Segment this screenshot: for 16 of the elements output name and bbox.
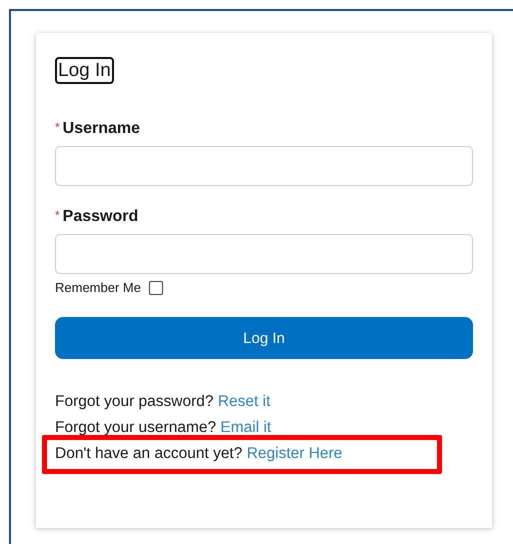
help-text: Forgot your username? Email it — [55, 419, 272, 436]
login-button[interactable]: Log In — [55, 317, 473, 359]
checkbox-label: Remember Me — [55, 280, 141, 295]
login-heading: Log In — [55, 57, 114, 84]
required-mark: * — [55, 208, 60, 222]
input-field[interactable] — [55, 234, 473, 274]
required-mark: * — [55, 120, 60, 134]
help-text: Don't have an account yet? Register Here — [55, 445, 342, 462]
help-link[interactable]: Register Here — [246, 445, 342, 462]
help-link[interactable]: Reset it — [218, 393, 270, 410]
field-label: Password — [62, 208, 138, 226]
help-text: Forgot your password? Reset it — [55, 393, 270, 410]
help-link[interactable]: Email it — [220, 419, 272, 436]
field-label: Username — [62, 120, 140, 138]
checkbox[interactable] — [148, 280, 163, 294]
input-field[interactable] — [55, 146, 473, 186]
